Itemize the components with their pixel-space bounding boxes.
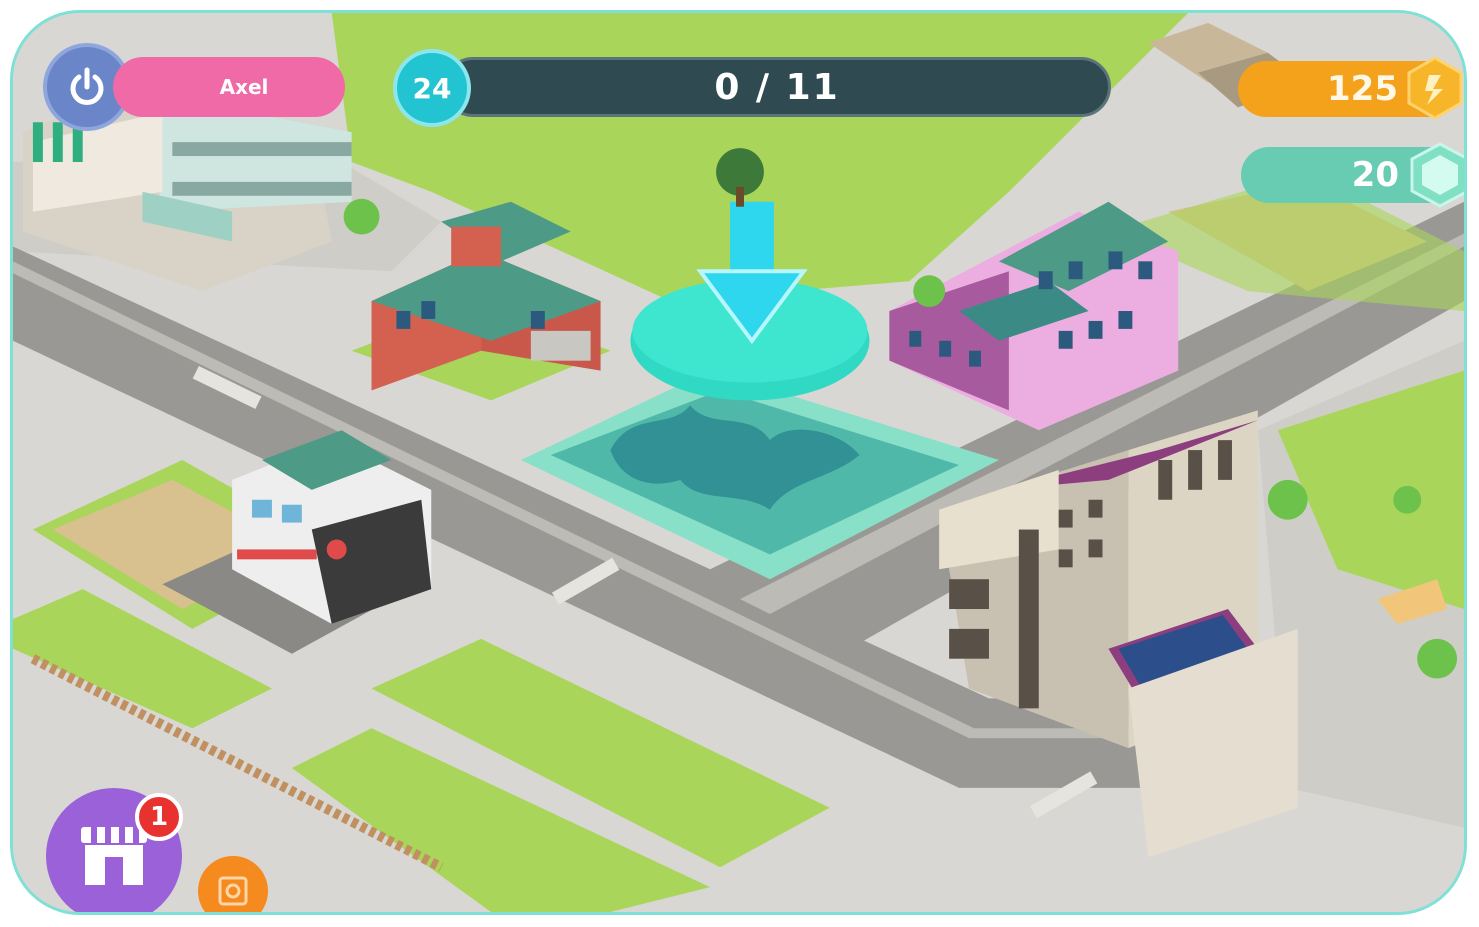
game-viewport[interactable]: Axel 0 / 11 24 125 20 1 (10, 10, 1467, 915)
shop-badge-count: 1 (149, 802, 169, 832)
player-name-pill[interactable]: Axel (113, 57, 345, 117)
level-number: 24 (412, 71, 452, 105)
photo-icon (218, 876, 248, 906)
progress-label: 0 / 11 (714, 66, 840, 108)
level-badge: 24 (393, 49, 471, 127)
coins-value: 125 (1327, 69, 1398, 109)
player-name: Axel (219, 75, 269, 99)
shop-notification-badge: 1 (135, 793, 183, 841)
progress-bar: 0 / 11 (443, 57, 1111, 117)
city-map[interactable] (13, 13, 1464, 912)
gems-value: 20 (1351, 155, 1399, 195)
coin-icon (1407, 56, 1463, 120)
power-icon (70, 67, 104, 105)
gem-icon (1410, 142, 1464, 208)
